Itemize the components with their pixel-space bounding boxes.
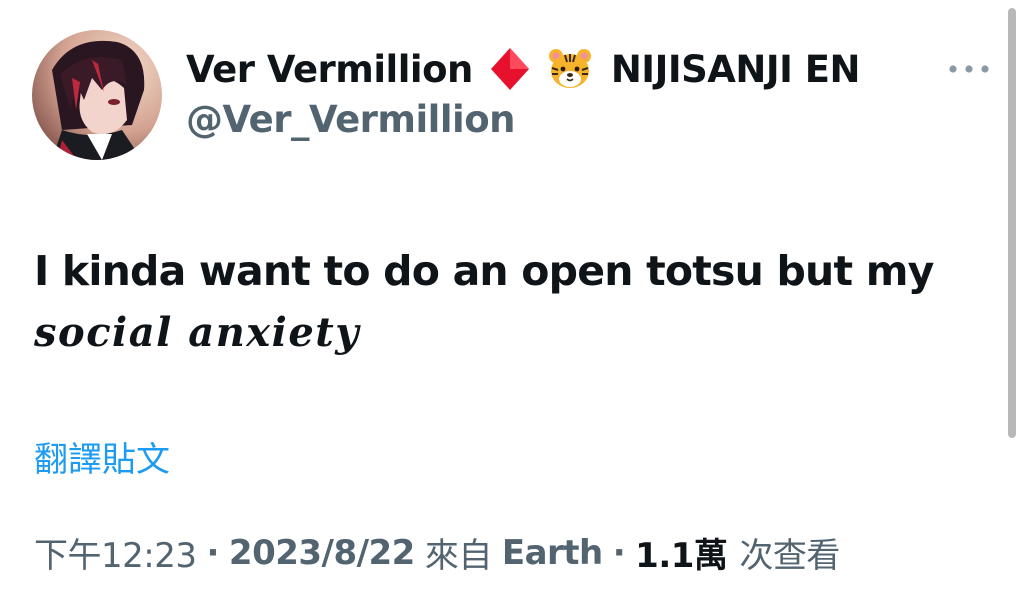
author-name-row: Ver Vermillion NIJISANJI EN (186, 44, 861, 94)
meta-separator: · (206, 532, 219, 573)
tweet-text-line-italic: social anxiety (34, 309, 360, 356)
author-display-name[interactable]: Ver Vermillion (186, 48, 473, 91)
author-agency: NIJISANJI EN (610, 47, 861, 91)
author-handle[interactable]: @Ver_Vermillion (186, 98, 515, 141)
more-options-button[interactable] (944, 52, 994, 86)
more-horizontal-icon (949, 65, 989, 73)
tweet-text: I kinda want to do an open totsu but my … (34, 240, 994, 364)
meta-separator: · (612, 532, 626, 573)
tiger-face-icon (547, 46, 593, 92)
red-diamond-icon (487, 46, 533, 92)
avatar-image (32, 30, 162, 160)
tweet-meta: 下午12:23 · 2023/8/22 來自 Earth · 1.1萬 次查看 (34, 528, 840, 577)
tweet-date[interactable]: 2023/8/22 (229, 533, 415, 573)
tweet-source[interactable]: Earth (502, 533, 603, 573)
tweet-text-line: I kinda want to do an open totsu but my (34, 247, 934, 295)
tweet-card: Ver Vermillion NIJISANJI EN @Ver_Vermill… (0, 0, 1024, 604)
time-text: 下午12:23 (34, 536, 197, 576)
tweet-time[interactable]: 下午12:23 (34, 528, 197, 577)
avatar[interactable] (32, 30, 162, 160)
scrollbar[interactable] (1008, 8, 1016, 438)
views-count: 1.1萬 (635, 536, 728, 576)
translate-post-link[interactable]: 翻譯貼文 (34, 432, 170, 481)
source-prefix: 來自 (424, 536, 493, 576)
views-label: 次查看 (739, 536, 840, 576)
